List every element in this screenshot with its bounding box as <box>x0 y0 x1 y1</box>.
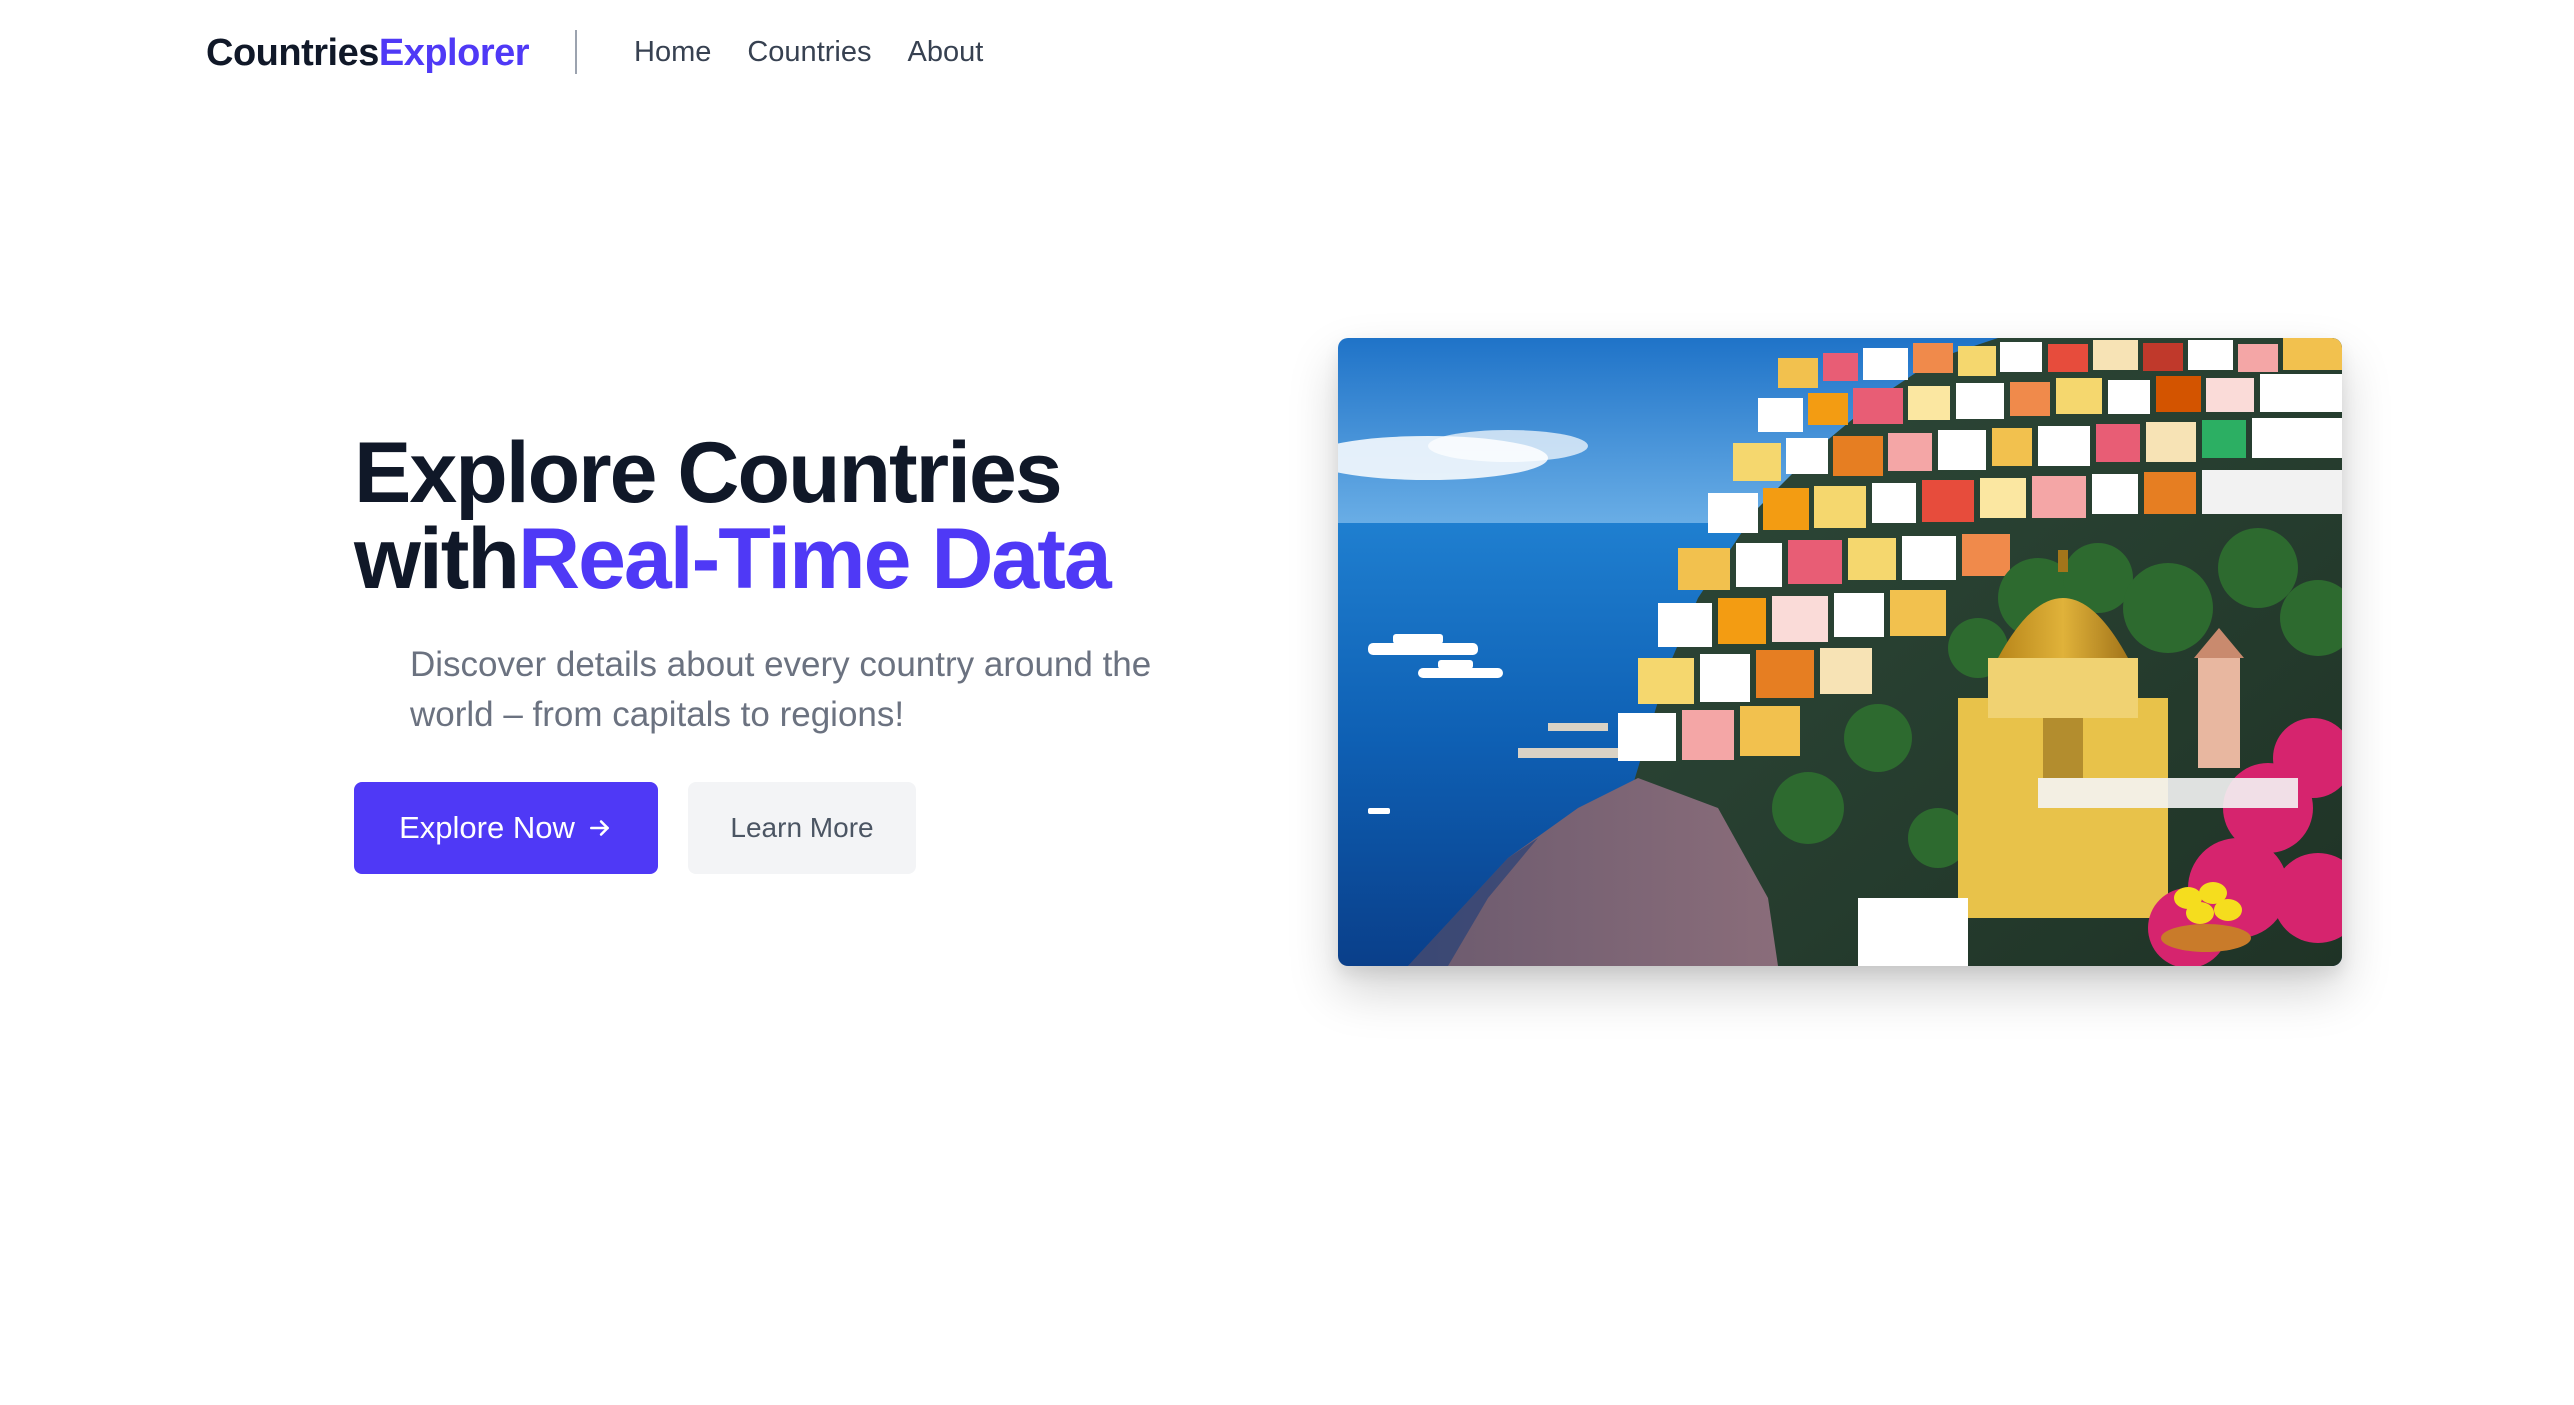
nav-divider <box>575 30 577 74</box>
hero-image-coastal-town <box>1338 338 2342 966</box>
hero-title-line2-accent: Real-Time Data <box>517 511 1112 607</box>
learn-more-button[interactable]: Learn More <box>688 782 916 874</box>
hero-title-line2-prefix: with <box>354 511 520 607</box>
brand-logo-part2: Explorer <box>378 32 530 74</box>
hero-title: Explore Countries withReal-Time Data <box>354 430 1112 602</box>
hero-title-line1: Explore Countries <box>354 425 1063 521</box>
hero-subtitle: Discover details about every country aro… <box>410 645 1152 734</box>
nav-link-countries[interactable]: Countries <box>747 32 871 72</box>
top-navbar: CountriesExplorer Home Countries About <box>0 0 2574 104</box>
nav-link-home[interactable]: Home <box>634 32 711 72</box>
arrow-right-icon <box>587 815 613 841</box>
brand-logo-part1: Countries <box>206 32 379 74</box>
explore-now-button[interactable]: Explore Now <box>354 782 658 874</box>
brand-logo[interactable]: CountriesExplorer <box>206 28 530 78</box>
nav-link-about[interactable]: About <box>907 32 983 72</box>
nav-links: Home Countries About <box>634 32 983 72</box>
explore-now-label: Explore Now <box>399 810 575 845</box>
